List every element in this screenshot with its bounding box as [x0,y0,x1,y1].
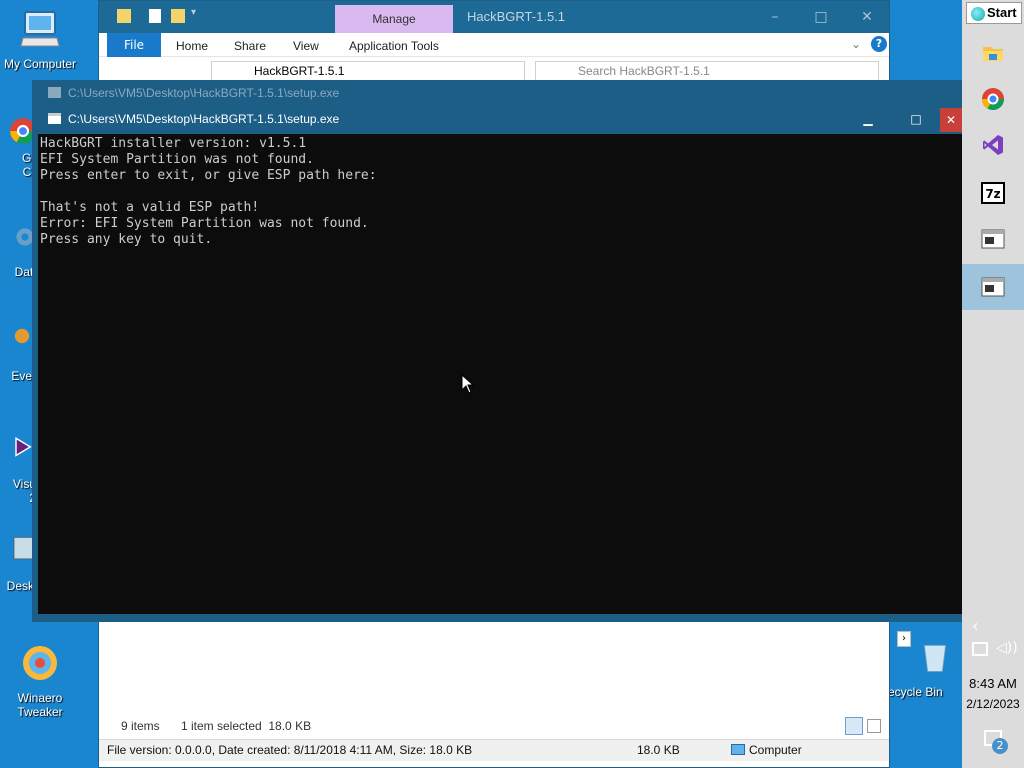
console-line: Error: EFI System Partition was not foun… [40,216,369,231]
visual-studio-icon [983,135,1003,155]
maximize-button[interactable]: □ [894,108,938,132]
desktop-icon-label: Eve [11,369,32,383]
chevron-down-icon[interactable]: ▾ [191,7,196,18]
details-view-button[interactable] [845,717,863,735]
folder-icon [117,9,131,23]
console-window-background[interactable]: C:\Users\VM5\Desktop\HackBGRT-1.5.1\setu… [32,80,962,106]
large-icons-view-button[interactable] [867,719,881,733]
properties-icon[interactable] [149,9,161,23]
clock[interactable]: 8:43 AM 2/12/2023 [962,676,1024,712]
console-line: That's not a valid ESP path! [40,200,260,215]
tab-application-tools[interactable]: Application Tools [349,36,439,56]
tab-home[interactable]: Home [176,36,208,56]
taskbar-item-console-2[interactable] [962,264,1024,310]
explorer-title-bar[interactable]: ▾ Manage HackBGRT-1.5.1 – □ ✕ [99,1,889,33]
console-icon [981,229,1005,249]
help-icon[interactable]: ? [871,36,887,52]
manage-tab[interactable]: Manage [335,5,453,33]
desktop-icon-label: Visu 2 [12,477,36,505]
desktop-icon-label: Desk [6,579,34,593]
start-label: Start [987,5,1017,20]
tab-share[interactable]: Share [234,36,266,56]
computer-icon [731,744,745,755]
svg-text:7z: 7z [985,187,1000,201]
search-placeholder: Search HackBGRT-1.5.1 [578,64,710,78]
console-window[interactable]: C:\Users\VM5\Desktop\HackBGRT-1.5.1\setu… [32,106,962,622]
taskbar-item-console-1[interactable] [962,216,1024,262]
console-output[interactable]: HackBGRT installer version: v1.5.1 EFI S… [38,134,962,614]
console-line: Press any key to quit. [40,232,213,247]
taskbar-item-chrome[interactable] [962,76,1024,122]
new-folder-icon[interactable] [171,9,185,23]
recycle-bin-icon [924,645,946,672]
notification-count-badge: 2 [992,738,1008,754]
taskbar-item-file-explorer[interactable] [962,30,1024,76]
close-button[interactable]: ✕ [940,108,962,132]
address-text: HackBGRT-1.5.1 [254,64,345,78]
clock-time: 8:43 AM [969,676,1017,691]
network-icon[interactable] [972,642,988,656]
desktop-icon-winaero-tweaker[interactable]: Winaero Tweaker [0,642,80,719]
maximize-button[interactable]: □ [811,7,831,27]
ribbon-tabs: File Home Share View Application Tools ⌄… [99,33,889,57]
desktop-icon-label: ecycle Bin [888,685,943,699]
console-icon [48,113,61,124]
taskbar: Start 7z ‹ ◁)) 8:43 AM 2/12/2023 2 [962,0,1024,768]
chevron-down-icon[interactable]: ⌄ [851,37,861,51]
details-bar: File version: 0.0.0.0, Date created: 8/1… [99,739,889,761]
explorer-title: HackBGRT-1.5.1 [467,9,566,24]
taskbar-item-7zip[interactable]: 7z [962,170,1024,216]
desktop-icon-visual-studio[interactable]: Visu 2 [0,434,36,505]
mouse-cursor-icon [461,374,475,394]
volume-icon[interactable]: ◁)) [996,640,1018,656]
minimize-button[interactable]: – [765,7,785,27]
taskbar-item-visual-studio[interactable] [962,122,1024,168]
console-icon [981,277,1005,297]
chrome-icon [982,88,1004,110]
minimize-button[interactable]: ▁ [846,108,890,132]
console-line: Press enter to exit, or give ESP path he… [40,168,377,183]
scroll-right-button[interactable]: › [897,631,911,647]
monitor-icon [13,537,33,560]
chevron-left-icon[interactable]: ‹ [972,616,978,635]
computer-icon [20,11,60,47]
tab-file[interactable]: File [107,33,161,57]
event-viewer-icon [14,328,30,344]
console-title: C:\Users\VM5\Desktop\HackBGRT-1.5.1\setu… [68,112,340,126]
console-title: C:\Users\VM5\Desktop\HackBGRT-1.5.1\setu… [68,86,340,100]
desktop-icon-my-computer[interactable]: My Computer [0,8,80,71]
console-icon [48,87,61,98]
winaero-tweaker-icon [23,646,57,680]
start-button[interactable]: Start [966,2,1022,24]
console-line: EFI System Partition was not found. [40,152,314,167]
folder-icon [983,47,1003,61]
tab-view[interactable]: View [293,36,319,56]
items-count: 9 items [121,719,160,733]
start-orb-icon [971,7,985,21]
7zip-icon: 7z [981,182,1005,204]
desktop-icon-event[interactable]: Eve [0,326,32,383]
selection-info: 1 item selected 18.0 KB [181,719,312,733]
close-button[interactable]: ✕ [857,7,877,27]
file-size: 18.0 KB [637,743,680,757]
file-info: File version: 0.0.0.0, Date created: 8/1… [107,743,473,757]
location-label: Computer [749,743,802,757]
desktop-icon-desktop[interactable]: Desk [0,536,34,593]
status-bar: 9 items 1 item selected 18.0 KB [99,717,889,737]
clock-date: 2/12/2023 [966,697,1020,711]
desktop-icon-label: Winaero Tweaker [17,691,63,719]
console-line: HackBGRT installer version: v1.5.1 [40,136,307,151]
desktop-icon-label: My Computer [3,57,77,71]
